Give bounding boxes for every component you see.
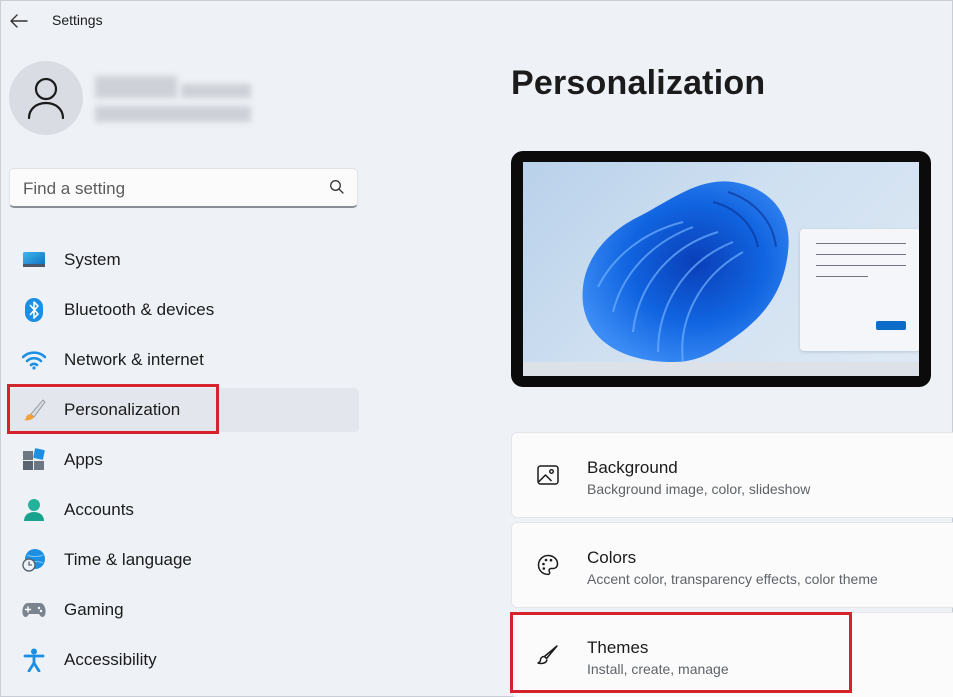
palette-icon [537,554,559,576]
person-icon [22,499,46,521]
sidebar-item-label: Bluetooth & devices [64,300,215,319]
gamepad-icon [22,599,46,621]
avatar[interactable] [9,61,83,135]
sidebar-item-personalization[interactable]: Personalization [9,388,359,432]
card-subtitle: Background image, color, slideshow [587,481,811,497]
desktop-preview [523,162,919,376]
sidebar-item-system[interactable]: System [9,238,359,282]
card-title: Background [587,458,678,477]
bluetooth-icon [22,298,46,322]
sidebar-item-label: Gaming [64,600,124,619]
globe-clock-icon [22,549,46,572]
brush-icon [537,645,558,665]
sidebar-item-label: Time & language [64,550,192,569]
sidebar-item-bluetooth[interactable]: Bluetooth & devices [9,288,359,332]
search-placeholder: Find a setting [23,179,126,198]
sidebar-item-apps[interactable]: Apps [9,438,359,482]
background-card[interactable]: Background Background image, color, slid… [511,432,953,518]
sidebar-item-accounts[interactable]: Accounts [9,488,359,532]
back-arrow-icon [10,14,28,28]
image-icon [537,465,559,485]
colors-card[interactable]: Colors Accent color, transparency effect… [511,522,953,608]
apps-icon [22,448,46,471]
sidebar-item-label: Apps [64,450,103,469]
theme-preview [511,151,931,387]
preview-taskbar [523,362,919,376]
person-icon [27,77,65,120]
preview-window [800,229,919,351]
card-title: Colors [587,548,637,567]
sidebar-item-network[interactable]: Network & internet [9,338,359,382]
sidebar-item-label: Personalization [64,400,181,419]
monitor-icon [22,249,46,271]
accessibility-icon [22,648,46,672]
wifi-icon [22,349,46,371]
sidebar-item-label: System [64,250,121,269]
card-subtitle: Accent color, transparency effects, colo… [587,571,878,587]
sidebar-item-gaming[interactable]: Gaming [9,588,359,632]
page-title: Personalization [511,64,766,102]
sidebar-item-label: Accounts [64,500,134,519]
themes-card[interactable]: Themes Install, create, manage [511,612,953,697]
paintbrush-icon [22,399,46,421]
bloom-wallpaper [582,181,789,363]
sidebar-item-label: Network & internet [64,350,204,369]
sidebar-item-label: Accessibility [64,650,157,669]
sidebar-item-accessibility[interactable]: Accessibility [9,638,359,682]
sidebar-item-time-language[interactable]: Time & language [9,538,359,582]
card-title: Themes [587,638,649,657]
back-button[interactable] [6,8,32,34]
search-icon[interactable] [329,179,345,195]
title-bar: Settings [0,0,953,42]
card-subtitle: Install, create, manage [587,661,729,677]
search-input[interactable]: Find a setting [9,168,358,208]
app-title: Settings [52,12,103,28]
blurred-account-name [95,76,251,124]
